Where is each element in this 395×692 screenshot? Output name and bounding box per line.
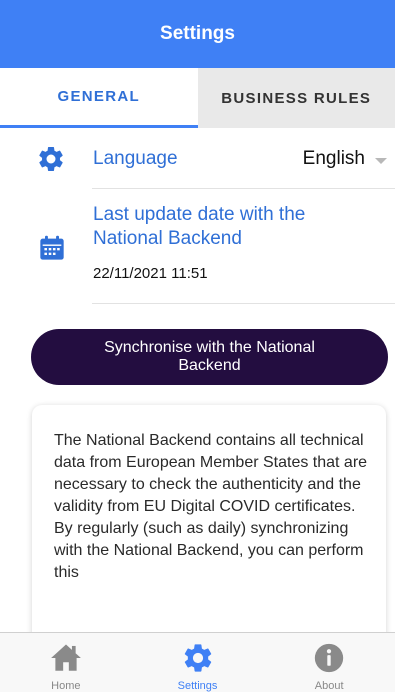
app-header: Settings [0, 0, 395, 68]
info-card: The National Backend contains all techni… [32, 405, 386, 632]
divider [92, 188, 395, 189]
info-card-text: The National Backend contains all techni… [54, 430, 374, 584]
tabbar-home-label: Home [0, 680, 132, 692]
chevron-down-icon [375, 158, 387, 164]
language-select[interactable]: English [303, 148, 365, 170]
tab-general-label: GENERAL [58, 88, 140, 105]
tab-general[interactable]: GENERAL [0, 68, 198, 128]
tabbar-item-settings[interactable]: Settings [132, 633, 264, 692]
tab-business-rules[interactable]: BUSINESS RULES [198, 68, 395, 128]
language-label: Language [93, 148, 178, 170]
tabbar-settings-label: Settings [132, 680, 264, 692]
settings-content[interactable]: Language English Last update date with t… [0, 128, 395, 632]
bottom-tab-bar: Home Settings About [0, 632, 395, 692]
language-row[interactable]: Language English [0, 128, 395, 188]
page-title: Settings [160, 23, 235, 45]
info-icon [312, 641, 346, 675]
gear-icon [36, 144, 66, 174]
gear-icon [181, 641, 215, 675]
sync-button[interactable]: Synchronise with the National Backend [31, 329, 388, 385]
tab-business-rules-label: BUSINESS RULES [221, 90, 371, 107]
last-update-date: 22/11/2021 11:51 [93, 265, 208, 282]
tabbar-item-home[interactable]: Home [0, 633, 132, 692]
tabbar-about-label: About [263, 680, 395, 692]
last-update-label: Last update date with the National Backe… [93, 203, 373, 251]
divider [92, 303, 395, 304]
sync-button-label: Synchronise with the National Backend [71, 339, 348, 375]
calendar-icon [38, 234, 66, 262]
home-icon [49, 641, 83, 675]
tabbar-item-about[interactable]: About [263, 633, 395, 692]
tab-bar-top: GENERAL BUSINESS RULES [0, 68, 395, 128]
